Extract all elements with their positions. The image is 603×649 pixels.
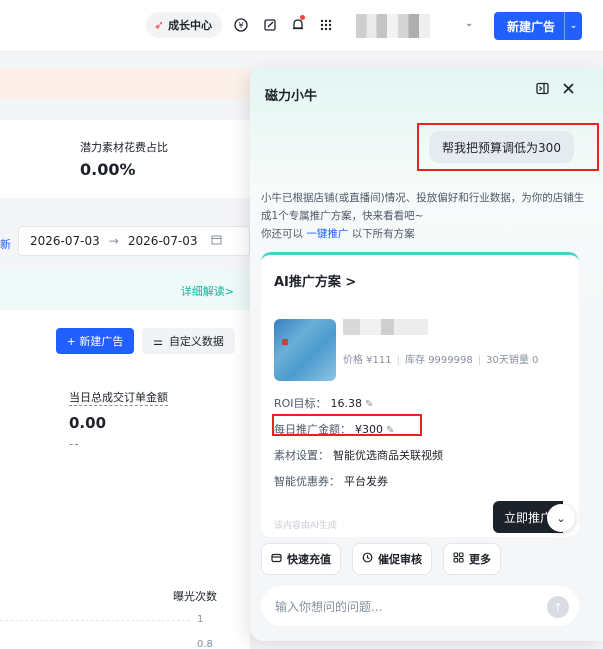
one-click-promote-link[interactable]: 一键推广 [306,228,348,240]
stat-value: 0.00% [80,160,136,179]
clock-icon [362,552,373,566]
data-panel: + 新建广告 ⚌ 自定义数据 当日总成交订单金额 0.00 -- 曝光次数 1 … [0,310,250,649]
bell-icon[interactable] [288,14,308,36]
new-ad-button[interactable]: 新建广告 ⌄ [494,12,582,40]
assistant-intro: 小牛已根据店铺(或直播间)情况、投放偏好和行业数据，为你的店铺生成1个专属推广方… [261,189,591,243]
notice-banner [0,69,250,99]
quick-recharge-chip[interactable]: 快速充值 [261,543,341,575]
date-filter-row: 新 2026-07-03 → 2026-07-03 [0,218,250,266]
refresh-link[interactable]: 新 [0,236,11,252]
product-stock: 库存 9999998 [405,355,473,366]
create-ad-button[interactable]: + 新建广告 [56,328,134,354]
notification-dot [300,15,305,20]
date-start: 2026-07-03 [30,234,100,248]
chip-label: 更多 [469,553,491,566]
stat-card: 潜力素材花费占比 0.00% [0,120,250,198]
material-row: 素材设置： 智能优选商品关联视频 [274,447,443,463]
gmv-label-text: 当日总成交订单金额 [69,391,168,406]
y-tick: 1 [197,614,204,625]
new-ad-label: 新建广告 [506,19,555,34]
gmv-value: 0.00 [69,414,107,432]
question-input[interactable]: 输入你想问的问题... ↑ [261,586,579,626]
urge-review-chip[interactable]: 催促审核 [352,543,432,575]
intro-prefix: 你还可以 [261,228,303,240]
question-placeholder: 输入你想问的问题... [275,599,383,614]
chevron-down-icon[interactable]: ⌄ [465,18,473,29]
highlight-box [272,414,422,436]
growth-center-button[interactable]: ➶ 成长中心 [146,12,222,38]
wallet-icon [271,552,282,566]
pencil-icon[interactable]: ✎ [365,399,373,410]
grid-line [0,620,190,621]
coin-icon[interactable]: ¥ [231,14,251,36]
rocket-icon: ➶ [154,18,165,32]
close-icon[interactable] [562,82,575,99]
calendar-icon [211,234,222,248]
gmv-compare: -- [69,437,80,451]
growth-center-label: 成长中心 [168,19,213,32]
scroll-down-icon[interactable]: ⌄ [547,504,575,532]
coupon-label: 智能优惠券： [274,475,340,488]
assistant-panel: 磁力小牛 帮我把预算调低为300 小牛已根据店铺(或直播间)情况、投放偏好和行业… [250,68,603,641]
product-thumbnail [274,319,336,381]
grid-icon [453,552,464,566]
svg-text:¥: ¥ [238,21,243,30]
account-name-blurred[interactable] [356,14,430,38]
intro-text: 小牛已根据店铺(或直播间)情况、投放偏好和行业数据，为你的店铺生成1个专属推广方… [261,192,585,222]
top-bar: ➶ 成长中心 ¥ ⌄ 新建广告 ⌄ [0,0,603,52]
roi-row: ROI目标： 16.38 ✎ [274,395,373,411]
gmv-label: 当日总成交订单金额 [69,389,168,406]
roi-label: ROI目标： [274,397,327,410]
insight-bar: 详细解读> [0,270,250,310]
chip-label: 催促审核 [378,553,422,566]
coupon-row: 智能优惠券： 平台发券 [274,473,388,489]
highlight-box [417,123,599,171]
custom-data-button[interactable]: ⚌ 自定义数据 [142,328,235,354]
material-value: 智能优选商品关联视频 [333,449,443,462]
product-name-blurred [343,319,428,335]
material-label: 素材设置： [274,449,329,462]
product-meta: 价格 ¥111 | 库存 9999998 | 30天销量 0 [343,355,539,366]
new-ad-dropdown-icon[interactable]: ⌄ [564,12,582,40]
y-tick: 0.8 [197,639,213,649]
more-chip[interactable]: 更多 [443,543,501,575]
collapse-panel-icon[interactable] [536,82,549,99]
ai-generated-note: 该内容由AI生成 [274,521,337,531]
dashboard-background: 潜力素材花费占比 0.00% 新 2026-07-03 → 2026-07-03… [0,52,250,649]
chip-label: 快速充值 [287,553,331,566]
sliders-icon: ⚌ [153,334,163,348]
custom-data-label: 自定义数据 [168,335,224,348]
date-end: 2026-07-03 [127,234,198,248]
detail-link[interactable]: 详细解读> [181,283,234,299]
coupon-value: 平台发券 [344,475,388,488]
ai-plan-card: AI推广方案 > 价格 ¥111 | 库存 9999998 | 30天销量 0 ROI目… [261,252,579,537]
intro-suffix: 以下所有方案 [351,228,415,240]
edit-doc-icon[interactable] [260,14,280,36]
arrow-right-icon: → [108,234,119,248]
product-price: 价格 ¥111 [343,355,392,366]
assistant-title: 磁力小牛 [265,89,318,104]
plan-title[interactable]: AI推广方案 > [274,271,356,290]
roi-value: 16.38 [330,397,363,410]
send-arrow-icon[interactable]: ↑ [547,596,569,618]
apps-grid-icon[interactable] [316,14,336,36]
exposure-legend: 曝光次数 [173,590,217,603]
date-range-picker[interactable]: 2026-07-03 → 2026-07-03 [18,226,250,256]
stat-label: 潜力素材花费占比 [80,141,168,154]
product-sales: 30天销量 0 [486,355,539,366]
